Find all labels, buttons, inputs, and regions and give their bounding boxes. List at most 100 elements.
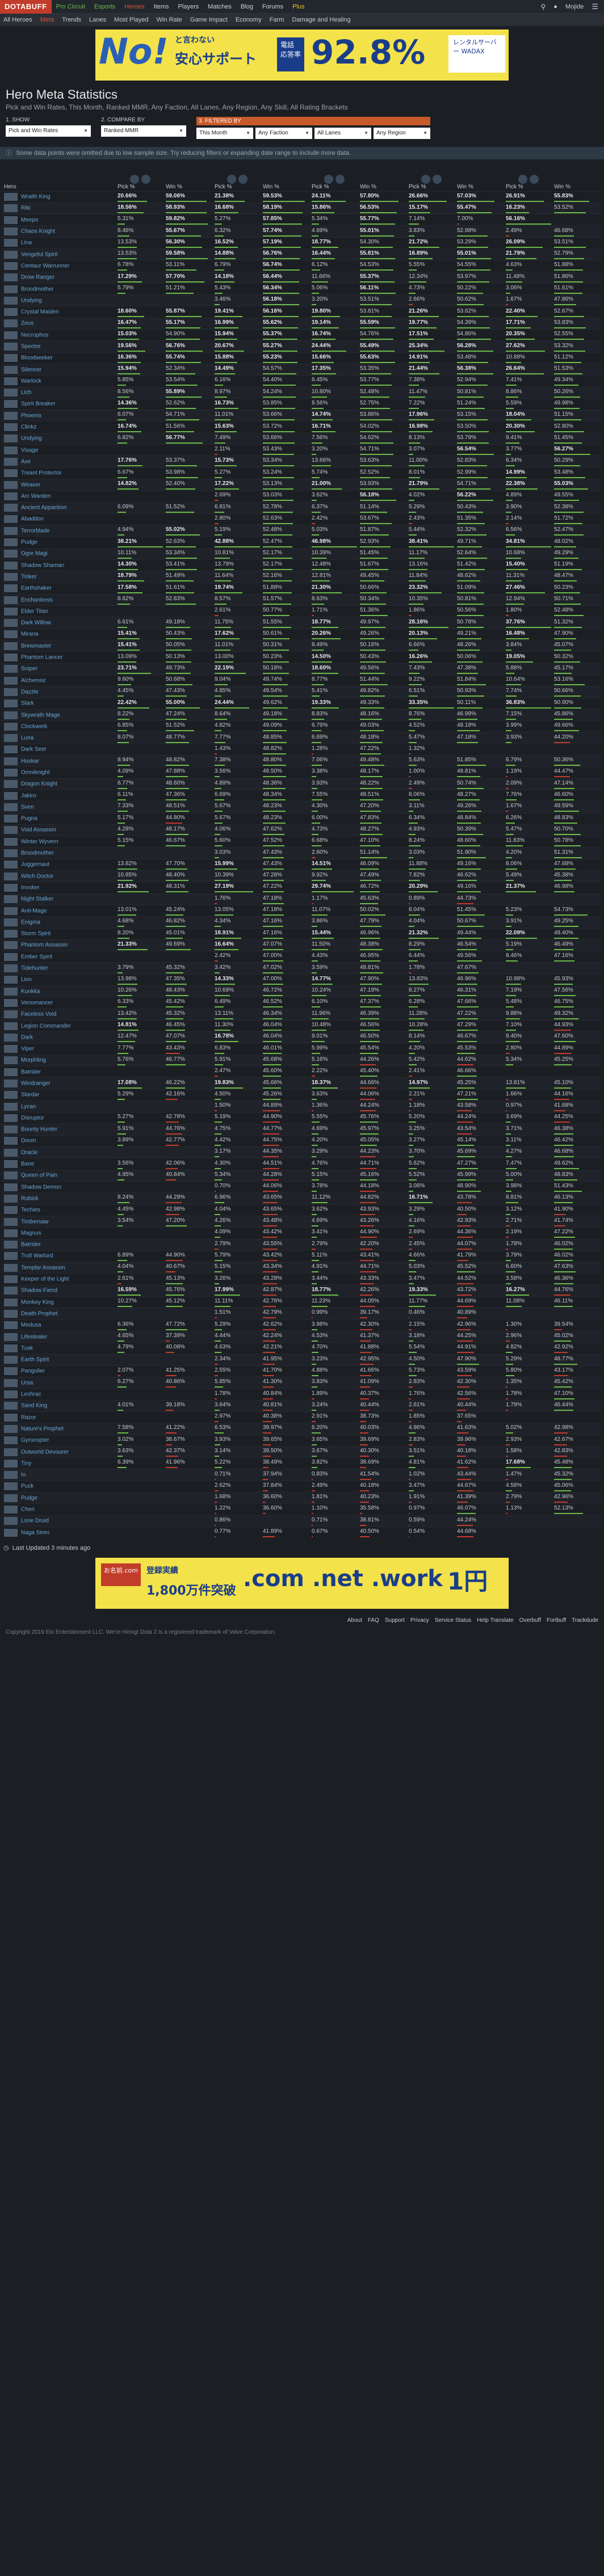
hero-name[interactable]: Juggernaut — [2, 858, 116, 871]
hero-name[interactable]: Huskar — [2, 755, 116, 767]
table-row[interactable]: Shadow Shaman 14.30% 53.41% 13.79% 52.17% 12.… — [2, 559, 602, 571]
table-row[interactable]: Shadow Fiend 16.59% 45.76% 17.99% 42.87% 18.7… — [2, 1284, 602, 1297]
column-header-6[interactable]: Win % — [358, 163, 407, 191]
hero-name[interactable]: Ursa — [2, 1377, 116, 1389]
nav-link-players[interactable]: Players — [178, 3, 199, 10]
table-row[interactable]: Keeper of the Light 2.61% 45.13% 3.26% 43.28… — [2, 1273, 602, 1285]
table-row[interactable]: Batrider 2.47% 45.60% 2.22% 45.40% 2.41% 46.66… — [2, 1066, 602, 1078]
hero-name[interactable]: Medusa — [2, 1319, 116, 1331]
table-row[interactable]: Death Prophet 1.51% 42.79% 0.99% 39.17% 0.46%… — [2, 1308, 602, 1320]
hero-name[interactable]: Jakiro — [2, 789, 116, 802]
hero-name[interactable]: Terrorblade — [2, 525, 116, 537]
table-row[interactable]: Sand King 4.01% 39.18% 3.64% 40.81% 3.24% 40.4… — [2, 1399, 602, 1412]
table-row[interactable]: Riki 18.56% 58.93% 16.68% 58.19% 15.86% 56.53%… — [2, 202, 602, 214]
table-row[interactable]: Tusk 4.79% 40.08% 4.63% 42.21% 4.70% 41.88% 5.5… — [2, 1342, 602, 1354]
table-row[interactable]: Clinkz 16.74% 51.56% 15.63% 53.72% 16.71% 54.0… — [2, 421, 602, 433]
table-row[interactable]: Outworld Devourer 3.63% 42.37% 3.14% 39.50% 3… — [2, 1445, 602, 1458]
hero-name[interactable]: Chen — [2, 1503, 116, 1516]
column-header-7[interactable]: Pick % — [407, 163, 455, 191]
table-row[interactable]: Bane 3.56% 42.06% 4.30% 44.51% 4.76% 44.71% 5.6… — [2, 1158, 602, 1170]
table-row[interactable]: Phoenix 6.07% 54.71% 11.01% 53.66% 14.74% 53.8… — [2, 410, 602, 421]
table-row[interactable]: Batrider 2.79% 43.55% 2.79% 42.20% 2.45% 44.07… — [2, 1238, 602, 1251]
hero-name[interactable]: Necrophos — [2, 329, 116, 341]
table-row[interactable]: Dark Seer 1.43% 48.82% 1.28% 47.22% 1.32% — [2, 743, 602, 756]
hero-name[interactable]: Razor — [2, 1411, 116, 1423]
table-row[interactable]: Ogre Magi 10.11% 53.34% 10.81% 52.17% 10.39% 5… — [2, 547, 602, 560]
table-row[interactable]: Templar Assassin 4.04% 40.67% 5.15% 43.34% 4.… — [2, 1262, 602, 1274]
table-row[interactable]: Bloodseeker 16.36% 55.74% 15.88% 55.23% 15.66… — [2, 352, 602, 364]
table-row[interactable]: Bounty Hunter 5.91% 44.76% 4.75% 44.77% 4.69%… — [2, 1123, 602, 1136]
hero-name[interactable]: Shadow Shaman — [2, 559, 116, 571]
hero-name[interactable]: Zeus — [2, 317, 116, 330]
table-row[interactable]: Jakiro 6.11% 47.36% 6.69% 48.34% 7.55% 48.51% 8… — [2, 789, 602, 802]
table-row[interactable]: Broodmother 3.03% 47.43% 2.60% 51.14% 3.03% 51… — [2, 847, 602, 859]
table-row[interactable]: Night Stalker 1.76% 47.18% 1.17% 45.63% 0.89%… — [2, 893, 602, 905]
table-row[interactable]: Chen 1.22% 36.60% 1.10% 35.58% 0.97% 46.07% 1.1… — [2, 1503, 602, 1516]
table-row[interactable]: Weaver 14.82% 52.40% 17.22% 53.13% 21.00% 53.9… — [2, 478, 602, 491]
table-row[interactable]: Dragon Knight 6.77% 48.60% 4.89% 48.36% 3.93%… — [2, 778, 602, 790]
hero-name[interactable]: Earth Spirit — [2, 1354, 116, 1366]
hero-name[interactable]: Void Assassin — [2, 824, 116, 836]
hero-name[interactable]: Kunkka — [2, 985, 116, 997]
hero-name[interactable]: Sven — [2, 801, 116, 813]
hero-name[interactable]: Night Stalker — [2, 893, 116, 905]
hero-name[interactable]: Undying — [2, 432, 116, 445]
hero-name[interactable]: Tidehunter — [2, 962, 116, 975]
footer-link-support[interactable]: Support — [385, 1617, 405, 1624]
table-row[interactable]: Shadow Demon 0.70% 44.06% 3.78% 44.18% 3.08% 4… — [2, 1181, 602, 1193]
column-header-hero[interactable]: Hero — [2, 163, 116, 191]
column-header-3[interactable]: Pick % — [213, 163, 261, 191]
hero-name[interactable]: Warlock — [2, 375, 116, 387]
table-row[interactable]: Windranger 17.08% 46.22% 19.83% 45.66% 18.37%… — [2, 1077, 602, 1090]
table-row[interactable]: Centaur Warrunner 6.78% 53.11% 6.79% 56.74% 6… — [2, 260, 602, 272]
hero-name[interactable]: Legion Commander — [2, 1019, 116, 1032]
table-row[interactable]: Broodmother 5.79% 51.21% 5.43% 56.34% 5.06% 56… — [2, 283, 602, 295]
hero-name[interactable]: Slardar — [2, 1089, 116, 1101]
filter-select-2[interactable]: All Lanes ▼ — [314, 128, 371, 139]
column-header-5[interactable]: Pick % — [310, 163, 358, 191]
table-row[interactable]: Wraith King 20.66% 59.06% 21.38% 59.53% 24.11… — [2, 191, 602, 203]
hero-name[interactable]: Ogre Magi — [2, 547, 116, 560]
footer-link-about[interactable]: About — [347, 1617, 362, 1624]
table-row[interactable]: Invoker 21.92% 48.31% 27.19% 47.22% 29.74% 46.… — [2, 882, 602, 894]
table-row[interactable]: Anti-Mage 13.01% 45.24% 13.05% 47.18% 11.07% 5… — [2, 904, 602, 917]
table-row[interactable]: Arc Warden 2.69% 53.03% 3.62% 56.18% 4.02% 56.… — [2, 490, 602, 503]
table-row[interactable]: Lich 8.56% 55.89% 8.97% 54.24% 10.80% 52.48% 11… — [2, 386, 602, 399]
footer-link-faq[interactable]: FAQ — [368, 1617, 379, 1624]
table-row[interactable]: Slardar 5.29% 42.16% 4.50% 45.26% 3.63% 44.06%… — [2, 1089, 602, 1101]
hero-name[interactable]: Bane — [2, 1158, 116, 1170]
hero-name[interactable]: Sand King — [2, 1399, 116, 1412]
tab-lanes[interactable]: Lanes — [89, 16, 106, 23]
nav-link-blog[interactable]: Blog — [241, 3, 253, 10]
hero-name[interactable]: Ember Spirit — [2, 951, 116, 963]
hero-name[interactable]: Gyrocopter — [2, 1434, 116, 1447]
column-header-9[interactable]: Pick % — [504, 163, 552, 191]
hero-name[interactable]: Techies — [2, 1204, 116, 1216]
search-icon[interactable]: ⚲ — [540, 3, 546, 11]
table-row[interactable]: Spirit Breaker 14.36% 52.62% 16.73% 53.85% 8.… — [2, 398, 602, 410]
hero-name[interactable]: Treant Protector — [2, 467, 116, 479]
table-row[interactable]: Necrophos 15.03% 54.90% 15.94% 55.37% 16.74% 5… — [2, 329, 602, 341]
table-row[interactable]: Pudge 1.68% 36.60% 1.81% 40.23% 1.91% 41.39% 2.… — [2, 1492, 602, 1504]
hero-name[interactable]: Disruptor — [2, 1112, 116, 1124]
hero-name[interactable]: Pudge — [2, 536, 116, 549]
hero-name[interactable]: Storm Spirit — [2, 927, 116, 940]
table-row[interactable]: Pugna 5.17% 44.80% 5.67% 48.23% 6.00% 47.83% 6.… — [2, 812, 602, 825]
hero-name[interactable]: Lycan — [2, 1100, 116, 1112]
hero-name[interactable]: Lone Druid — [2, 1515, 116, 1527]
table-row[interactable]: Io 0.71% 37.94% 0.83% 41.54% 1.02% 43.44% 1.47%… — [2, 1469, 602, 1481]
table-row[interactable]: Undying 6.82% 56.77% 7.49% 53.66% 7.56% 54.62%… — [2, 432, 602, 445]
table-row[interactable]: Dark Willow 6.61% 49.18% 11.75% 51.55% 18.77%… — [2, 617, 602, 629]
site-logo[interactable]: DOTABUFF — [0, 0, 52, 14]
table-row[interactable]: Pudge 38.21% 52.63% 42.88% 52.47% 46.98% 52.93… — [2, 536, 602, 549]
table-row[interactable]: Visage 2.11% 53.43% 3.20% 54.71% 3.07% 56.54% 3… — [2, 444, 602, 456]
table-row[interactable]: Axe 17.76% 53.37% 15.73% 53.34% 13.66% 53.63% 1… — [2, 456, 602, 468]
hero-name[interactable]: Death Prophet — [2, 1308, 116, 1320]
table-row[interactable]: Dazzle 4.45% 47.43% 4.85% 49.54% 5.41% 49.82% 6… — [2, 686, 602, 698]
table-row[interactable]: Crystal Maiden 18.60% 55.87% 19.41% 56.16% 19… — [2, 306, 602, 318]
hero-name[interactable]: Nature's Prophet — [2, 1423, 116, 1435]
footer-link-trackdude[interactable]: Trackdude — [572, 1617, 598, 1624]
hero-name[interactable]: Phantom Assassin — [2, 939, 116, 951]
footer-link-help-translate[interactable]: Help Translate — [477, 1617, 513, 1624]
filter-select-0[interactable]: This Month ▼ — [196, 128, 253, 139]
